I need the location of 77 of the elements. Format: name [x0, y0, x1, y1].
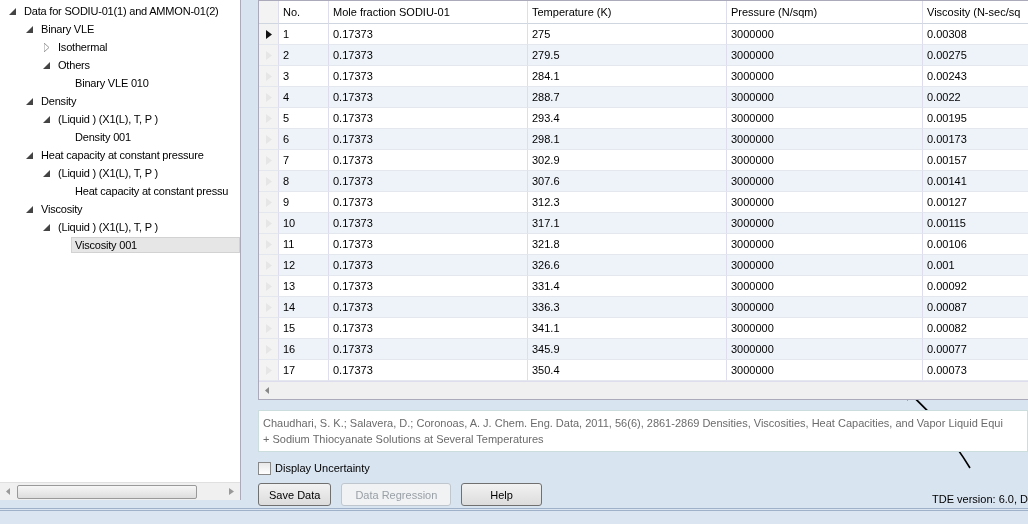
table-cell: 3000000 [727, 171, 923, 192]
table-cell: 326.6 [528, 255, 727, 276]
expanded-triangle-icon[interactable] [25, 151, 33, 159]
table-cell: 0.00275 [923, 45, 1028, 66]
table-cell: 3000000 [727, 129, 923, 150]
table-cell: 0.17373 [329, 171, 528, 192]
table-cell: 0.17373 [329, 87, 528, 108]
table-cell: 345.9 [528, 339, 727, 360]
expanded-triangle-icon[interactable] [8, 7, 16, 15]
expanded-triangle-icon[interactable] [42, 115, 50, 123]
table-cell: 0.17373 [329, 339, 528, 360]
tree-item[interactable]: Density 001 [71, 129, 135, 145]
table-cell: 2 [279, 45, 329, 66]
table-cell: 3000000 [727, 255, 923, 276]
table-cell: 0.17373 [329, 255, 528, 276]
expanded-triangle-icon[interactable] [42, 223, 50, 231]
table-cell: 288.7 [528, 87, 727, 108]
table-cell: 307.6 [528, 171, 727, 192]
table-cell: 8 [279, 171, 329, 192]
table-cell: 4 [279, 87, 329, 108]
checkbox-label[interactable]: Display Uncertainty [275, 462, 370, 474]
tree-item[interactable]: (Liquid ) (X1(L), T, P ) [54, 219, 162, 235]
citation-text: Chaudhari, S. K.; Salavera, D.; Coronoas, A. J. Chem. Eng. Data, 2011, 56(6), 2861-2869 Densities, Viscosities, Heat Capacities, and Vapor Liquid Equi + Sodium Thiocyanate Solutions at Several Temperatures [258, 410, 1028, 452]
action-button[interactable]: Save Data [258, 483, 332, 506]
table-cell: 3000000 [727, 213, 923, 234]
table-cell: 14 [279, 297, 329, 318]
column-header[interactable]: Pressure (N/sqm) [727, 1, 923, 24]
tree-item[interactable]: Isothermal [54, 39, 112, 55]
column-header[interactable]: Viscosity (N-sec/sq [923, 1, 1028, 24]
tree-item[interactable]: (Liquid ) (X1(L), T, P ) [54, 111, 162, 127]
tree-item[interactable]: Binary VLE 010 [71, 75, 153, 91]
horizontal-scrollbar[interactable] [259, 381, 1028, 399]
tree-item[interactable]: Heat capacity at constant pressure [37, 147, 208, 163]
table-cell: 279.5 [528, 45, 727, 66]
expanded-triangle-icon[interactable] [25, 97, 33, 105]
table-cell: 0.00173 [923, 129, 1028, 150]
expanded-triangle-icon[interactable] [25, 205, 33, 213]
table-cell: 0.001 [923, 255, 1028, 276]
table-cell: 0.00141 [923, 171, 1028, 192]
table-cell: 0.0022 [923, 87, 1028, 108]
tree-item[interactable]: (Liquid ) (X1(L), T, P ) [54, 165, 162, 181]
table-cell: 298.1 [528, 129, 727, 150]
version-text: TDE version: 6.0, D [932, 492, 1028, 505]
table-cell: 3000000 [727, 297, 923, 318]
table-cell: 0.00087 [923, 297, 1028, 318]
table-cell: 317.1 [528, 213, 727, 234]
table-cell: 10 [279, 213, 329, 234]
tree-item[interactable]: Data for SODIU-01(1) and AMMON-01(2) [20, 3, 223, 19]
table-cell: 0.00077 [923, 339, 1028, 360]
scroll-left-icon[interactable] [265, 387, 269, 394]
tree-item[interactable]: Viscosity [37, 201, 87, 217]
table-cell: 0.17373 [329, 213, 528, 234]
tree-item[interactable]: Viscosity 001 [71, 237, 240, 253]
action-button[interactable]: Help [461, 483, 542, 506]
table-cell: 3000000 [727, 87, 923, 108]
table-cell: 0.17373 [329, 129, 528, 150]
table-cell: 0.17373 [329, 45, 528, 66]
checkbox[interactable] [258, 461, 271, 475]
table-cell: 12 [279, 255, 329, 276]
table-cell: 0.00115 [923, 213, 1028, 234]
collapsed-triangle-icon[interactable] [43, 42, 49, 52]
column-header[interactable]: Temperature (K) [528, 1, 727, 24]
table-cell: 16 [279, 339, 329, 360]
tree-item[interactable]: Heat capacity at constant pressu [71, 183, 233, 199]
table-cell: 336.3 [528, 297, 727, 318]
expanded-triangle-icon[interactable] [42, 169, 50, 177]
tree-item[interactable]: Others [54, 57, 94, 73]
table-cell: 3000000 [727, 45, 923, 66]
tree-item[interactable]: Binary VLE [37, 21, 99, 37]
table-cell: 3000000 [727, 339, 923, 360]
column-header[interactable]: No. [279, 1, 329, 24]
column-header[interactable]: Mole fraction SODIU-01 [329, 1, 528, 24]
expanded-triangle-icon[interactable] [42, 61, 50, 69]
table-cell: 6 [279, 129, 329, 150]
expanded-triangle-icon[interactable] [25, 25, 33, 33]
tree-item[interactable]: Density [37, 93, 81, 109]
table-cell: 0.17373 [329, 297, 528, 318]
